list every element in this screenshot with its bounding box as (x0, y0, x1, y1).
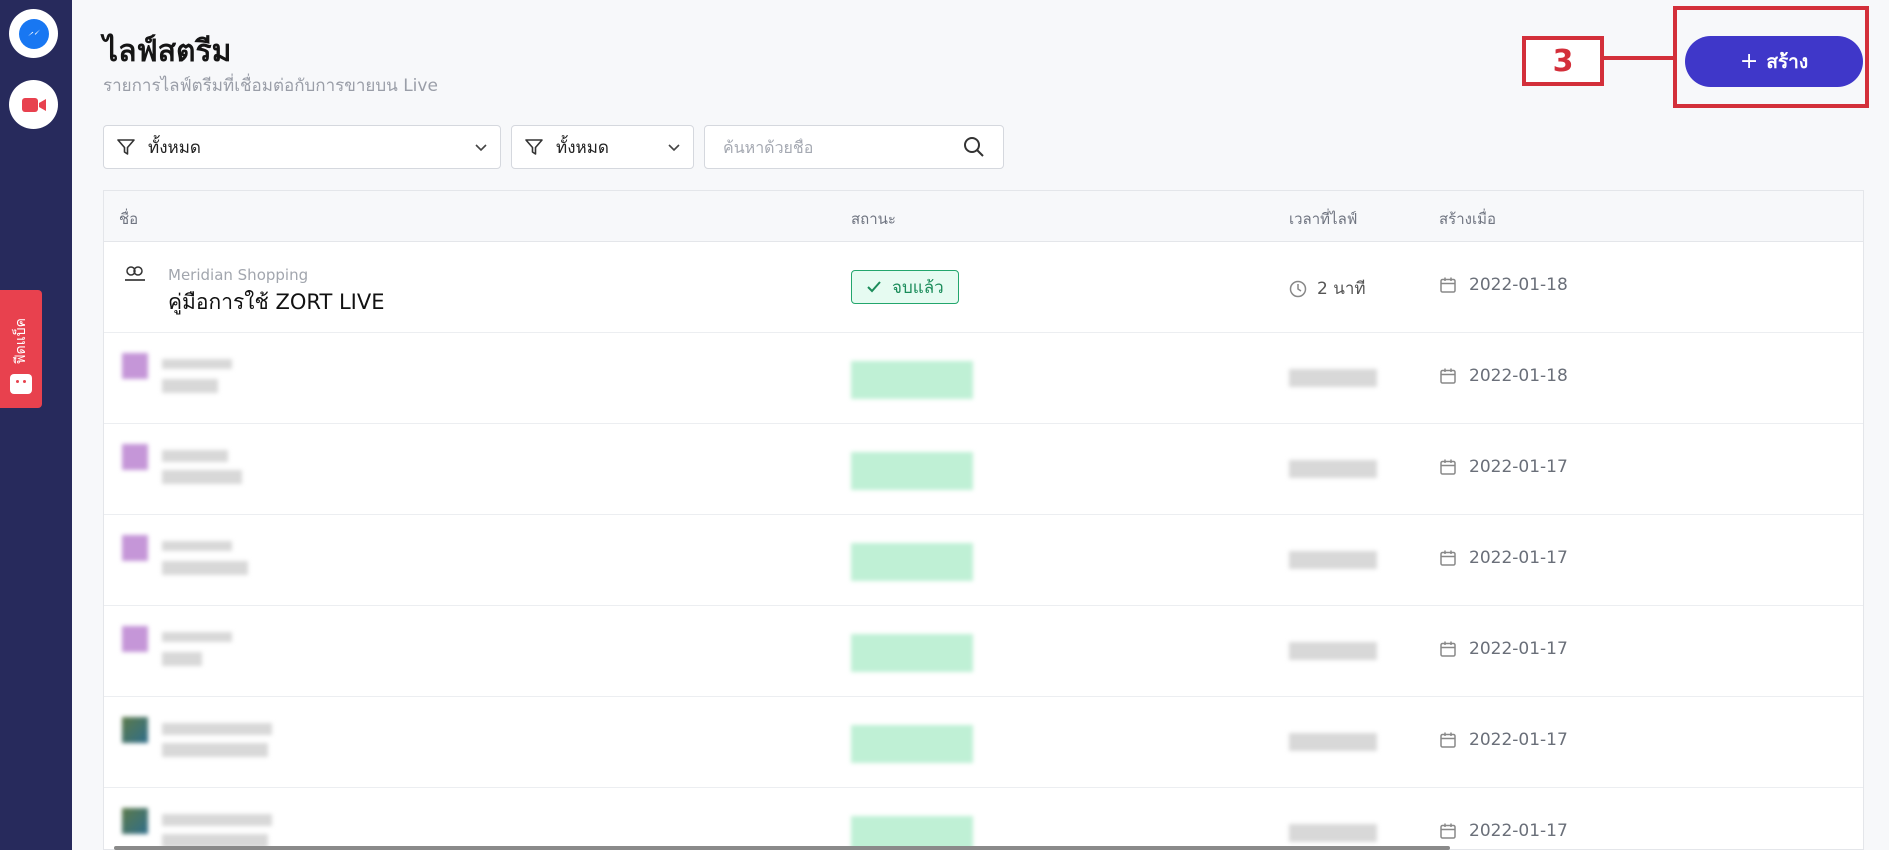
row-text-blurred (162, 632, 232, 642)
calendar-icon (1440, 732, 1456, 748)
page-subtitle: รายการไลฟ์ตรีมที่เชื่อมต่อกับการขายบน Li… (103, 76, 438, 96)
calendar-icon (1440, 277, 1456, 293)
table-header: ชื่อ สถานะ เวลาที่ไลฟ์ สร้างเมื่อ (104, 191, 1863, 242)
status-filter-dropdown[interactable]: ทั้งหมด (103, 125, 501, 169)
created-date: 2022-01-17 (1439, 639, 1568, 659)
status-badge-blurred (851, 361, 973, 399)
status-badge-blurred (851, 452, 973, 490)
duration-value: 2 นาที (1317, 279, 1366, 299)
calendar-icon (1440, 641, 1456, 657)
header-created-at: สร้างเมื่อ (1439, 210, 1496, 228)
created-date-value: 2022-01-17 (1469, 457, 1568, 477)
duration-blurred (1289, 642, 1377, 660)
feedback-tab[interactable]: ฟีดแบ็ค (0, 290, 42, 408)
filter-icon (525, 139, 543, 155)
row-thumbnail-blurred (122, 444, 148, 470)
video-camera-icon (21, 97, 46, 112)
chevron-down-icon (668, 144, 680, 152)
status-badge: จบแล้ว (851, 270, 959, 304)
calendar-icon (1440, 823, 1456, 839)
status-badge-blurred (851, 543, 973, 581)
row-thumbnail-blurred (122, 353, 148, 379)
row-text-blurred (162, 541, 232, 551)
duration-blurred (1289, 733, 1377, 751)
status-filter-value: ทั้งหมด (148, 137, 201, 158)
sidebar: ฟีดแบ็ค (0, 0, 72, 850)
status-label: จบแล้ว (892, 277, 944, 298)
created-date: 2022-01-18 (1439, 275, 1568, 295)
filter-icon (117, 139, 135, 155)
status-badge-blurred (851, 634, 973, 672)
type-filter-dropdown[interactable]: ทั้งหมด (511, 125, 694, 169)
created-date-value: 2022-01-17 (1469, 548, 1568, 568)
table-row[interactable]: Meridian Shopping คู่มือการใช้ ZORT LIVE… (104, 242, 1863, 333)
row-thumbnail-blurred (122, 535, 148, 561)
table-row[interactable]: 2022-01-17 (104, 606, 1863, 697)
created-date-value: 2022-01-18 (1469, 366, 1568, 386)
row-text-blurred (162, 470, 242, 484)
messenger-button[interactable] (9, 9, 58, 58)
step-annotation-label: 3 (1522, 36, 1604, 86)
header-name: ชื่อ (119, 210, 139, 228)
page-title: ไลฟ์สตรีม (103, 34, 232, 69)
search-icon[interactable] (963, 136, 985, 158)
status-badge-blurred (851, 725, 973, 763)
calendar-icon (1440, 368, 1456, 384)
horizontal-scrollbar[interactable] (114, 846, 1450, 850)
row-text-blurred (162, 450, 228, 462)
search-input[interactable] (723, 137, 943, 157)
chevron-down-icon (475, 144, 487, 152)
duration-blurred (1289, 551, 1377, 569)
calendar-icon (1440, 459, 1456, 475)
table-row[interactable]: 2022-01-17 (104, 697, 1863, 788)
live-video-button[interactable] (9, 80, 58, 129)
row-shop-name: Meridian Shopping (168, 266, 309, 284)
row-thumbnail-blurred (122, 717, 148, 743)
created-date-value: 2022-01-17 (1469, 730, 1568, 750)
duration-blurred (1289, 460, 1377, 478)
row-text-blurred (162, 814, 272, 826)
row-title[interactable]: คู่มือการใช้ ZORT LIVE (168, 286, 384, 319)
live-duration: 2 นาที (1289, 275, 1366, 302)
clock-icon (1289, 280, 1307, 297)
check-icon (867, 281, 881, 293)
created-date: 2022-01-17 (1439, 457, 1568, 477)
type-filter-value: ทั้งหมด (556, 137, 609, 158)
row-text-blurred (162, 723, 272, 735)
created-date-value: 2022-01-18 (1469, 275, 1568, 295)
row-text-blurred (162, 359, 232, 369)
row-text-blurred (162, 743, 268, 757)
row-thumbnail-blurred (122, 626, 148, 652)
duration-blurred (1289, 824, 1377, 842)
duration-blurred (1289, 369, 1377, 387)
table-row[interactable]: 2022-01-18 (104, 333, 1863, 424)
table-row[interactable]: 2022-01-17 (104, 788, 1863, 849)
feedback-label: ฟีดแบ็ค (13, 317, 29, 364)
created-date: 2022-01-17 (1439, 730, 1568, 750)
created-date: 2022-01-17 (1439, 548, 1568, 568)
table-row[interactable]: 2022-01-17 (104, 424, 1863, 515)
header-status: สถานะ (851, 210, 896, 228)
livestream-table: ชื่อ สถานะ เวลาที่ไลฟ์ สร้างเมื่อ Meridi… (103, 190, 1864, 850)
created-date-value: 2022-01-17 (1469, 639, 1568, 659)
step-annotation-highlight (1673, 6, 1869, 108)
created-date-value: 2022-01-17 (1469, 821, 1568, 841)
row-thumbnail-blurred (122, 808, 148, 834)
status-badge-blurred (851, 816, 973, 849)
created-date: 2022-01-18 (1439, 366, 1568, 386)
created-date: 2022-01-17 (1439, 821, 1568, 841)
calendar-icon (1440, 550, 1456, 566)
feedback-face-icon (10, 374, 32, 394)
search-box[interactable] (704, 125, 1004, 169)
header-live-time: เวลาที่ไลฟ์ (1289, 210, 1358, 228)
row-text-blurred (162, 379, 218, 393)
shop-logo-icon (125, 266, 145, 281)
row-text-blurred (162, 652, 202, 666)
table-row[interactable]: 2022-01-17 (104, 515, 1863, 606)
row-text-blurred (162, 561, 248, 575)
messenger-icon (18, 18, 49, 49)
step-annotation-connector (1604, 56, 1676, 60)
